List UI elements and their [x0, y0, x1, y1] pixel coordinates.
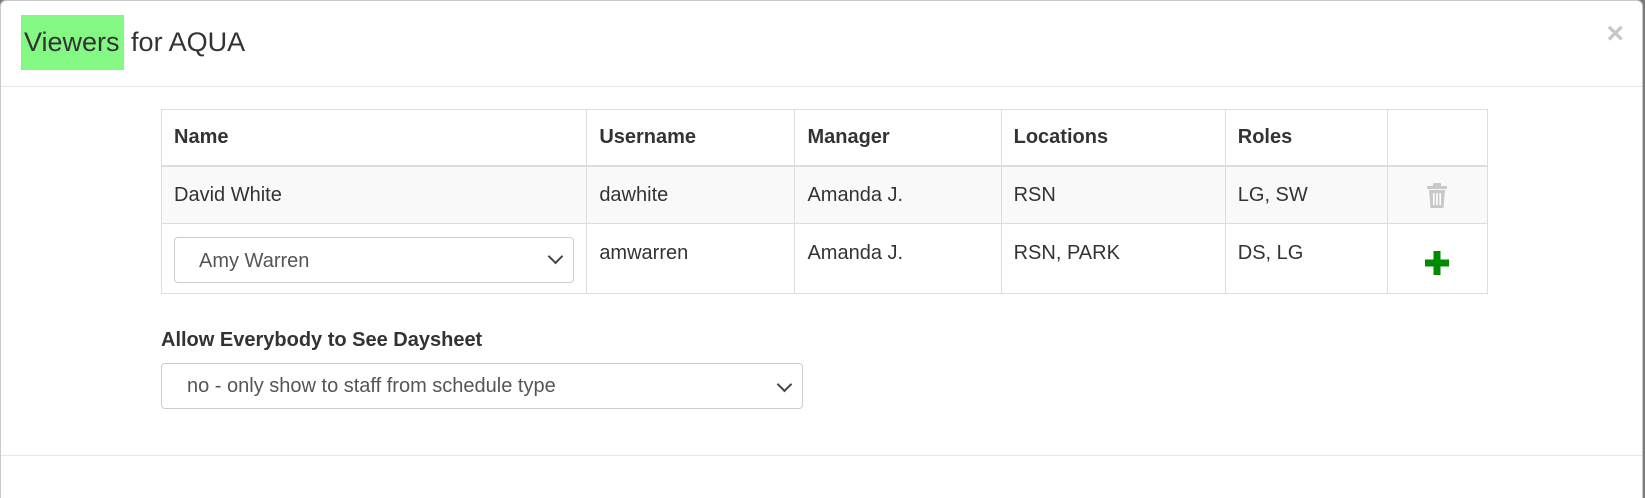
chevron-down-icon	[547, 248, 564, 265]
cell-username: dawhite	[586, 165, 796, 224]
cell-roles: LG, SW	[1224, 165, 1388, 224]
cell-manager: Amanda J.	[794, 223, 1002, 294]
title-rest: for AQUA	[123, 27, 246, 57]
header-actions	[1386, 109, 1489, 167]
modal-title: Viewers for AQUA	[21, 15, 245, 70]
trash-icon[interactable]	[1426, 183, 1448, 209]
cell-username: amwarren	[586, 223, 796, 294]
cell-locations: RSN	[1000, 165, 1226, 224]
viewers-modal: Viewers for AQUA × Name Username Manager…	[0, 0, 1643, 498]
modal-header: Viewers for AQUA ×	[1, 1, 1642, 87]
cell-name-select: Amy Warren	[160, 223, 588, 294]
viewer-select-value: Amy Warren	[199, 250, 310, 272]
allow-daysheet-select[interactable]: no - only show to staff from schedule ty…	[161, 363, 803, 409]
table-row: David White dawhite Amanda J. RSN LG, SW	[160, 165, 1489, 224]
cell-action	[1386, 165, 1489, 224]
title-highlight: Viewers	[21, 15, 124, 70]
cell-name: David White	[160, 165, 588, 224]
header-locations: Locations	[1000, 109, 1226, 167]
viewer-select[interactable]: Amy Warren	[174, 237, 574, 283]
allow-daysheet-label: Allow Everybody to See Daysheet	[161, 329, 483, 351]
new-viewer-row: Amy Warren amwarren Amanda J. RSN, PARK …	[160, 223, 1489, 294]
table-header-row: Name Username Manager Locations Roles	[160, 109, 1489, 167]
cell-roles: DS, LG	[1224, 223, 1388, 294]
cell-manager: Amanda J.	[794, 165, 1002, 224]
header-manager: Manager	[794, 109, 1002, 167]
modal-footer-divider	[1, 455, 1642, 456]
header-username: Username	[586, 109, 796, 167]
plus-icon[interactable]	[1424, 250, 1450, 276]
cell-action	[1386, 223, 1489, 294]
chevron-down-icon	[776, 376, 793, 393]
close-icon[interactable]: ×	[1606, 19, 1624, 49]
header-roles: Roles	[1224, 109, 1388, 167]
header-name: Name	[160, 109, 588, 167]
cell-locations: RSN, PARK	[1000, 223, 1226, 294]
allow-daysheet-value: no - only show to staff from schedule ty…	[187, 375, 556, 397]
viewers-table: Name Username Manager Locations Roles Da…	[160, 109, 1489, 294]
